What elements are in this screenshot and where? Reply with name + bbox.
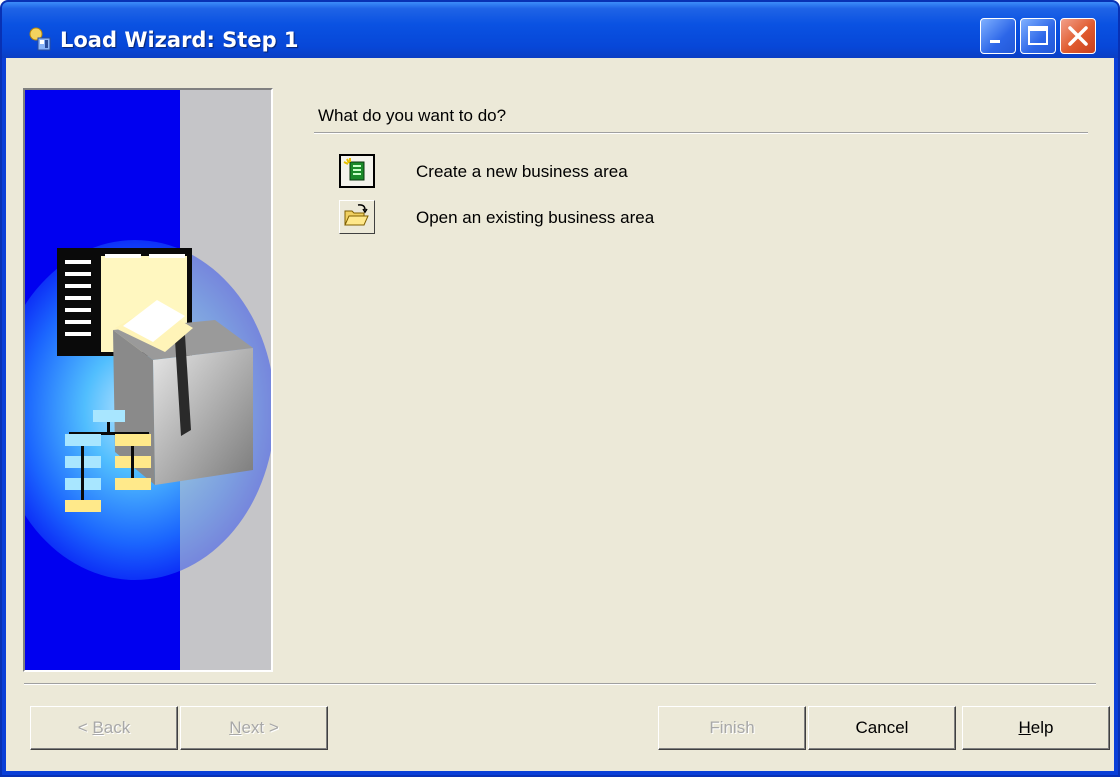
wizard-app-icon: [29, 27, 51, 51]
back-button[interactable]: < Back: [30, 706, 178, 750]
cancel-button-label: Cancel: [855, 718, 909, 737]
help-button-mnemonic: H: [1018, 718, 1031, 737]
open-business-area-button[interactable]: [339, 200, 375, 234]
finish-button[interactable]: Finish: [658, 706, 806, 750]
cancel-button[interactable]: Cancel: [808, 706, 956, 750]
button-bar-divider: [24, 683, 1096, 685]
wizard-banner-illustration: [25, 90, 271, 670]
close-icon: [1068, 26, 1088, 46]
next-button-rest: ext >: [241, 718, 279, 737]
open-business-area-label[interactable]: Open an existing business area: [416, 208, 654, 228]
load-wizard-window: Load Wizard: Step 1 What do you want to …: [0, 0, 1120, 777]
help-button-rest: elp: [1030, 718, 1054, 737]
help-button[interactable]: Help: [962, 706, 1110, 750]
maximize-icon: [1028, 26, 1048, 45]
back-button-mnemonic: B: [92, 718, 104, 737]
minimize-icon: [990, 40, 1000, 43]
create-business-area-button[interactable]: [339, 154, 375, 188]
open-folder-icon: [344, 204, 369, 226]
wizard-question: What do you want to do?: [318, 106, 507, 125]
question-divider: [314, 132, 1088, 134]
create-business-area-label[interactable]: Create a new business area: [416, 162, 628, 182]
close-button[interactable]: [1060, 18, 1096, 54]
back-button-rest: ack: [103, 718, 131, 737]
back-button-prefix: <: [77, 718, 93, 737]
new-business-area-icon: [343, 158, 365, 181]
minimize-button[interactable]: [980, 18, 1016, 54]
dialog-client-area: What do you want to do? Create a new bus…: [6, 58, 1114, 771]
next-button[interactable]: Next >: [180, 706, 328, 750]
maximize-button[interactable]: [1020, 18, 1056, 54]
next-button-mnemonic: N: [229, 718, 242, 737]
window-title: Load Wizard: Step 1: [60, 28, 299, 52]
finish-button-label: Finish: [709, 718, 755, 737]
wizard-banner: [23, 88, 273, 672]
title-bar[interactable]: Load Wizard: Step 1: [2, 2, 1118, 58]
